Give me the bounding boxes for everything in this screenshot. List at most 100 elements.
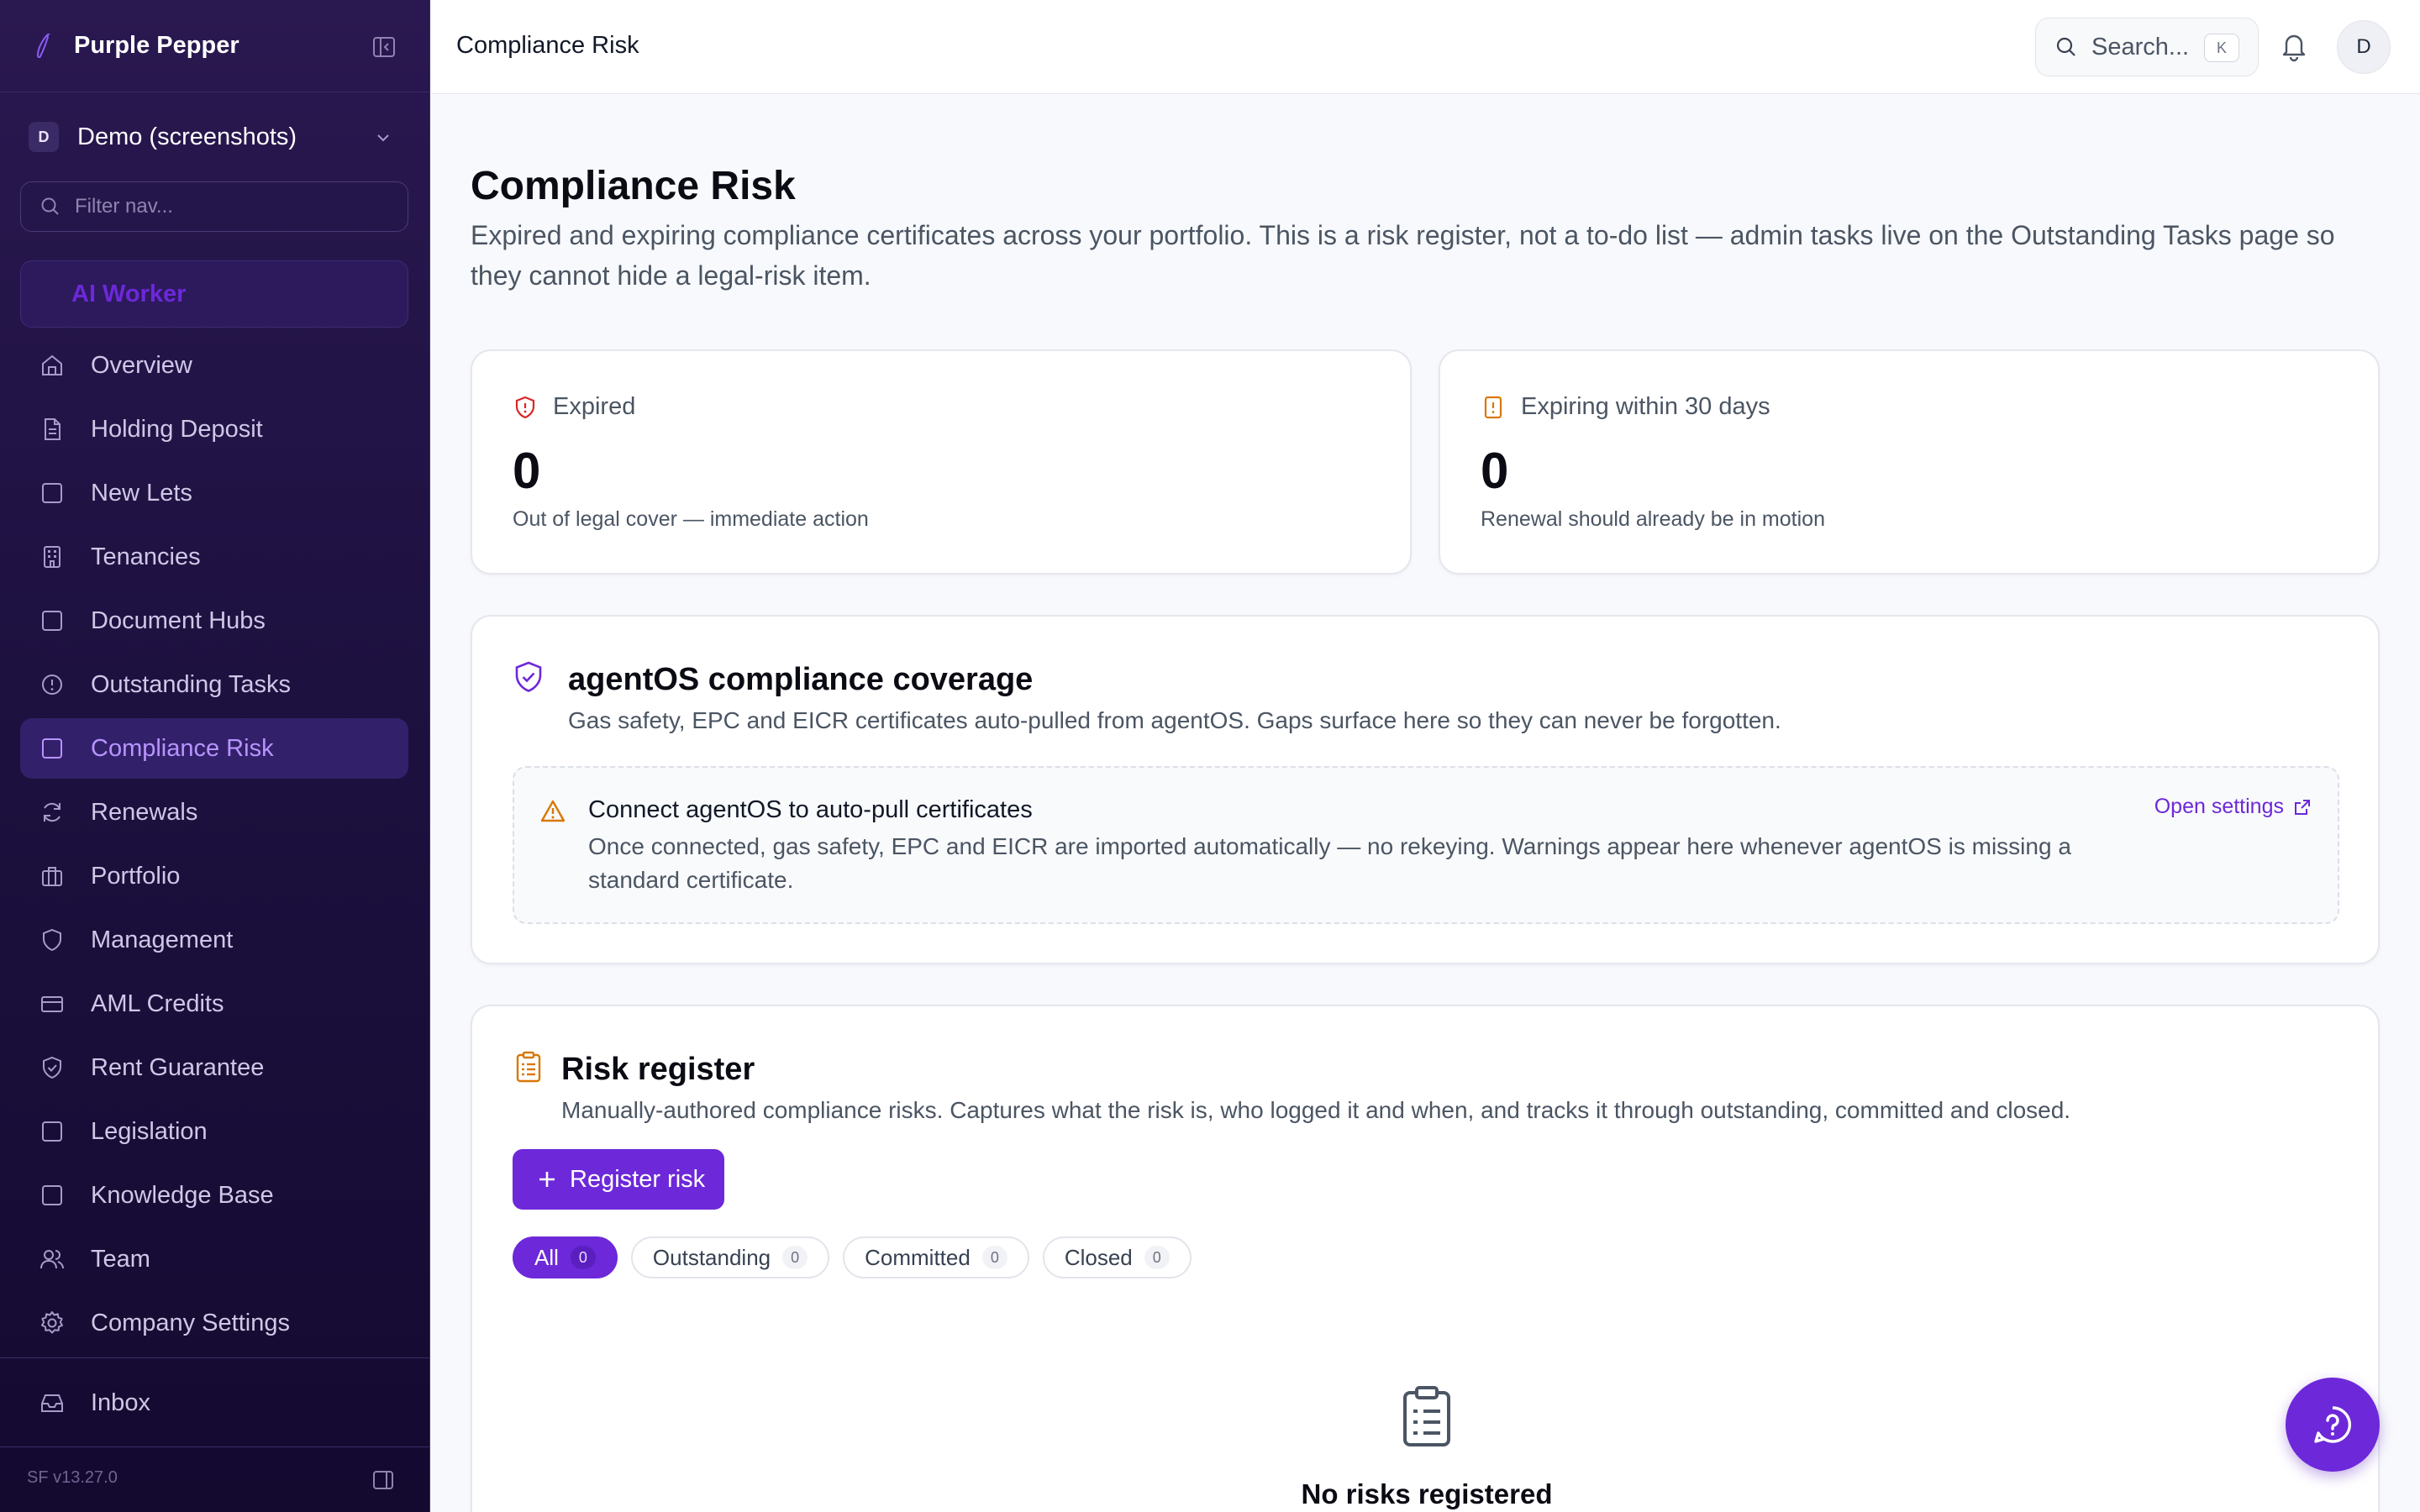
sidebar-item-label: Overview	[91, 351, 192, 379]
collapse-sidebar-icon[interactable]	[371, 34, 397, 60]
chat-help-icon	[2314, 1406, 2351, 1443]
coverage-description: Gas safety, EPC and EICR certificates au…	[568, 707, 1781, 733]
risk-register-card: Risk register Manually-authored complian…	[471, 1005, 2380, 1512]
stat-subtext: Out of legal cover — immediate action	[513, 507, 869, 531]
open-settings-link[interactable]: Open settings	[2154, 795, 2312, 819]
square-icon	[42, 611, 62, 631]
sidebar-item-label: New Lets	[91, 479, 192, 507]
sidebar-item-label: Compliance Risk	[91, 734, 274, 762]
sidebar-item-compliance-risk[interactable]: Compliance Risk	[20, 718, 408, 779]
sidebar-item-label: Document Hubs	[91, 606, 266, 634]
plus-icon	[539, 1172, 555, 1187]
help-chat-button[interactable]	[2286, 1378, 2380, 1472]
compliance-coverage-card: agentOS compliance coverage Gas safety, …	[471, 615, 2380, 964]
sidebar-item-inbox[interactable]: Inbox	[20, 1373, 408, 1433]
sidebar-item-aml-credits[interactable]: AML Credits	[20, 974, 408, 1034]
sidebar-item-document-hubs[interactable]: Document Hubs	[20, 591, 408, 651]
status-filter-group: All 0 Outstanding 0 Committed 0 Closed 0	[513, 1236, 1205, 1278]
open-settings-label: Open settings	[2154, 795, 2284, 818]
filter-committed[interactable]: Committed 0	[843, 1236, 1029, 1278]
workspace-switcher[interactable]: D Demo (screenshots)	[20, 109, 410, 165]
credit-card-icon	[41, 996, 63, 1012]
file-warning-icon	[1484, 396, 1502, 418]
sidebar-item-label: Inbox	[91, 1389, 150, 1416]
users-icon	[40, 1250, 64, 1269]
sidebar-item-management[interactable]: Management	[20, 910, 408, 970]
shield-alert-icon	[515, 396, 535, 418]
register-risk-button[interactable]: Register risk	[513, 1149, 724, 1210]
sidebar-item-tenancies[interactable]: Tenancies	[20, 527, 408, 587]
coverage-title: agentOS compliance coverage	[568, 662, 1034, 697]
filter-label: All	[534, 1244, 559, 1270]
workspace-avatar: D	[29, 122, 59, 152]
stat-subtext: Renewal should already be in motion	[1481, 507, 1825, 531]
app-name: Purple Pepper	[74, 32, 239, 59]
expired-stat-card: Expired 0 Out of legal cover — immediate…	[471, 349, 1412, 575]
briefcase-icon	[42, 867, 62, 886]
sidebar-item-holding-deposit[interactable]: Holding Deposit	[20, 399, 408, 459]
warning-triangle-icon	[540, 800, 566, 822]
filter-label: Closed	[1064, 1244, 1133, 1270]
sidebar-item-label: Knowledge Base	[91, 1181, 274, 1209]
filter-count: 0	[782, 1246, 808, 1269]
sidebar-item-overview[interactable]: Overview	[20, 335, 408, 396]
search-icon	[41, 197, 59, 215]
sidebar-item-new-lets[interactable]: New Lets	[20, 463, 408, 523]
sidebar-item-portfolio[interactable]: Portfolio	[20, 846, 408, 906]
square-icon	[42, 1121, 62, 1142]
panel-toggle-icon[interactable]	[371, 1468, 395, 1492]
filter-nav	[20, 181, 408, 232]
home-icon	[42, 354, 62, 375]
register-description: Manually-authored compliance risks. Capt…	[561, 1097, 2071, 1123]
filter-all[interactable]: All 0	[513, 1236, 618, 1278]
shield-check-icon	[43, 1056, 61, 1079]
sidebar-item-label: Holding Deposit	[91, 415, 263, 443]
search-label: Search...	[2091, 33, 2190, 60]
notice-title: Connect agentOS to auto-pull certificate…	[588, 796, 1033, 823]
filter-outstanding[interactable]: Outstanding 0	[630, 1236, 830, 1278]
chevron-down-icon	[377, 134, 389, 142]
sidebar: Purple Pepper D Demo (screenshots) AI Wo…	[0, 0, 430, 1512]
page-title: Compliance Risk	[471, 164, 796, 208]
sidebar-item-rent-guarantee[interactable]: Rent Guarantee	[20, 1037, 408, 1098]
page-description: Expired and expiring compliance certific…	[471, 220, 2335, 291]
sidebar-item-label: Outstanding Tasks	[91, 670, 292, 698]
sidebar-item-legislation[interactable]: Legislation	[20, 1101, 408, 1162]
building-icon	[44, 546, 60, 568]
filter-nav-input[interactable]	[75, 195, 394, 218]
sidebar-item-outstanding-tasks[interactable]: Outstanding Tasks	[20, 654, 408, 715]
bell-icon[interactable]	[2279, 30, 2309, 62]
ai-worker-button[interactable]: AI Worker	[20, 260, 408, 328]
shield-icon	[43, 928, 61, 952]
clipboard-list-icon	[516, 1051, 541, 1083]
shield-check-icon	[515, 661, 542, 692]
sidebar-divider	[0, 1357, 430, 1358]
document-icon	[45, 418, 60, 440]
square-icon	[42, 738, 62, 759]
refresh-icon	[44, 802, 60, 822]
app-version: SF v13.27.0	[27, 1468, 118, 1487]
filter-count: 0	[570, 1246, 596, 1269]
empty-state-title: No risks registered	[1301, 1478, 1553, 1509]
sidebar-item-team[interactable]: Team	[20, 1229, 408, 1289]
notice-body: Once connected, gas safety, EPC and EICR…	[588, 833, 2071, 893]
stat-label: Expiring within 30 days	[1521, 393, 1770, 420]
sidebar-item-label: Renewals	[91, 798, 198, 826]
expiring-stat-card: Expiring within 30 days 0 Renewal should…	[1439, 349, 2380, 575]
square-icon	[42, 483, 62, 503]
user-avatar[interactable]: D	[2337, 20, 2391, 74]
workspace-name: Demo (screenshots)	[77, 123, 297, 150]
inbox-icon	[41, 1394, 63, 1412]
sidebar-item-renewals[interactable]: Renewals	[20, 782, 408, 843]
global-search-button[interactable]: Search... K	[2035, 18, 2259, 76]
sidebar-item-label: Portfolio	[91, 862, 181, 890]
sidebar-item-label: Tenancies	[91, 543, 201, 570]
filter-count: 0	[981, 1246, 1007, 1269]
sidebar-nav: Overview Holding Deposit New Lets Tenanc…	[20, 335, 408, 1357]
filter-closed[interactable]: Closed 0	[1042, 1236, 1192, 1278]
sidebar-item-knowledge-base[interactable]: Knowledge Base	[20, 1165, 408, 1226]
sidebar-item-label: Company Settings	[91, 1309, 290, 1336]
sidebar-item-company-settings[interactable]: Company Settings	[20, 1293, 408, 1353]
breadcrumb: Compliance Risk	[456, 32, 639, 59]
sidebar-item-label: Rent Guarantee	[91, 1053, 265, 1081]
